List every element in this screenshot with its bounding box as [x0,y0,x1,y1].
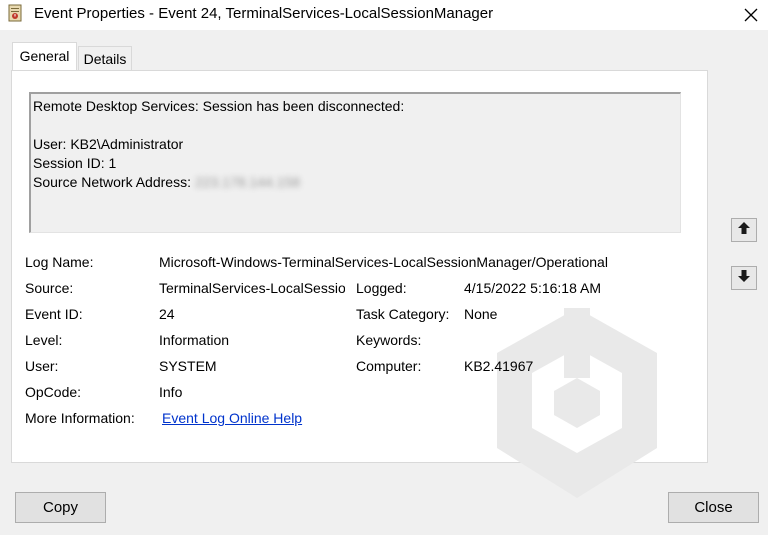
description-line: Remote Desktop Services: Session has bee… [33,98,405,114]
computer-value[interactable]: KB2.41967 [464,358,533,374]
window-title: Event Properties - Event 24, TerminalSer… [34,5,494,22]
title-bar: Event Properties - Event 24, TerminalSer… [0,0,768,30]
description-line: Session ID: 1 [33,155,117,171]
close-button[interactable]: Close [668,492,759,523]
source-label: Source: [25,280,74,296]
tab-details[interactable]: Details [78,46,132,71]
log-name-value[interactable]: Microsoft-Windows-TerminalServices-Local… [159,254,608,270]
event-description[interactable]: Remote Desktop Services: Session has bee… [29,92,681,233]
event-properties-window: Event Properties - Event 24, TerminalSer… [0,0,768,535]
keywords-label: Keywords: [356,332,422,348]
task-category-label: Task Category: [356,306,450,322]
opcode-value[interactable]: Info [159,384,182,400]
event-log-online-help-link[interactable]: Event Log Online Help [162,410,302,426]
event-log-icon [8,4,22,22]
previous-event-button[interactable] [731,218,757,242]
source-value[interactable]: TerminalServices-LocalSessionManager [159,280,345,296]
opcode-label: OpCode: [25,384,82,400]
logo-watermark [482,303,672,503]
copy-button[interactable]: Copy [15,492,106,523]
log-name-label: Log Name: [25,254,94,270]
level-value[interactable]: Information [159,332,229,348]
event-id-value[interactable]: 24 [159,306,175,322]
logged-label: Logged: [356,280,407,296]
next-event-button[interactable] [731,266,757,290]
logged-value[interactable]: 4/15/2022 5:16:18 AM [464,280,601,296]
arrow-up-icon [737,221,751,240]
computer-label: Computer: [356,358,422,374]
user-label: User: [25,358,59,374]
source-address-label: Source Network Address: [33,174,191,190]
tab-general[interactable]: General [12,42,77,71]
description-line: Source Network Address: 223.178.144.158 [33,173,680,192]
description-line: User: KB2\Administrator [33,136,184,152]
user-value[interactable]: SYSTEM [159,358,217,374]
arrow-down-icon [737,269,751,288]
source-address-value: 223.178.144.158 [194,174,301,190]
more-info-label: More Information: [25,410,135,426]
event-id-label: Event ID: [25,306,83,322]
close-icon[interactable] [734,0,768,30]
level-label: Level: [25,332,63,348]
task-category-value[interactable]: None [464,306,497,322]
